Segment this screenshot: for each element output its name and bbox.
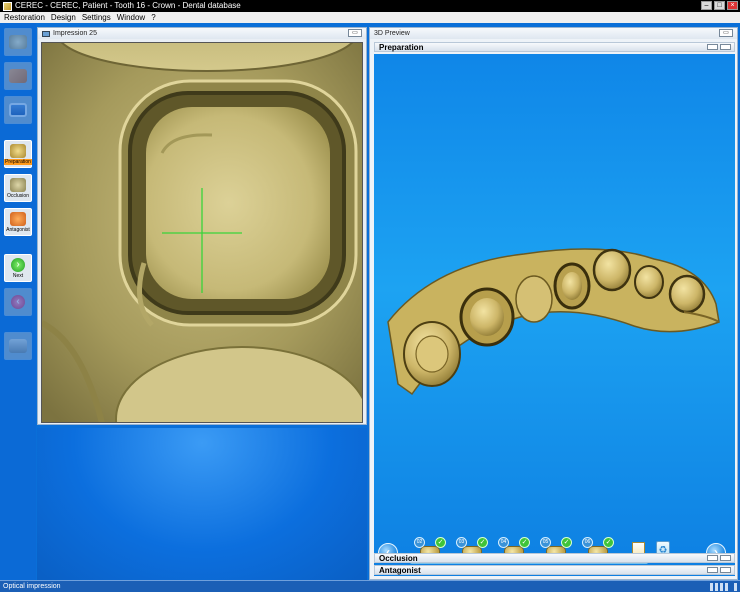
- check-icon: ✓: [477, 537, 488, 548]
- check-icon: ✓: [519, 537, 530, 548]
- menu-design[interactable]: Design: [51, 12, 76, 23]
- folder-icon: [9, 69, 27, 83]
- section-occlusion-label: Occlusion: [379, 554, 418, 563]
- open-button[interactable]: [4, 62, 32, 90]
- scan-icon: [9, 339, 27, 353]
- impression-scan: [42, 43, 362, 422]
- maximize-button[interactable]: □: [714, 1, 725, 10]
- section-antagonist-label: Antagonist: [379, 566, 421, 575]
- impression-panel-header: Impression 25 ▭: [38, 28, 366, 39]
- section-minimize-button[interactable]: [707, 44, 718, 50]
- section-close-button[interactable]: [720, 567, 731, 573]
- save-button[interactable]: [4, 96, 32, 124]
- antagonist-label: Antagonist: [6, 226, 30, 233]
- status-indicator: [725, 583, 728, 591]
- section-restore-button[interactable]: [720, 44, 731, 50]
- next-label: Next: [12, 272, 24, 279]
- section-antagonist[interactable]: Antagonist: [374, 565, 735, 575]
- preparation-label: Preparation: [4, 158, 32, 165]
- jaw-model: [387, 248, 720, 396]
- section-restore-button[interactable]: [707, 567, 718, 573]
- section-preparation[interactable]: Preparation: [374, 42, 735, 52]
- preview-panel: 3D Preview ▭ Preparation ‹ 02 ✓ 03 ✓ 04 …: [369, 27, 738, 580]
- panel-restore-button[interactable]: ▭: [348, 29, 362, 37]
- section-close-button[interactable]: [720, 555, 731, 561]
- status-bar: Optical impression: [0, 580, 740, 592]
- impression-panel: Impression 25 ▭: [37, 27, 367, 425]
- status-indicator: [720, 583, 723, 591]
- step-number: 03: [456, 537, 467, 548]
- menu-window[interactable]: Window: [117, 12, 145, 23]
- occlusion-button[interactable]: Occlusion: [4, 174, 32, 202]
- next-button[interactable]: › Next: [4, 254, 32, 282]
- occlusion-icon: [10, 177, 26, 192]
- scan-button[interactable]: [4, 332, 32, 360]
- section-restore-button[interactable]: [707, 555, 718, 561]
- step-number: 04: [498, 537, 509, 548]
- check-icon: ✓: [561, 537, 572, 548]
- antagonist-icon: [10, 211, 26, 226]
- menu-help[interactable]: ?: [151, 12, 155, 23]
- status-text: Optical impression: [3, 583, 61, 590]
- jaw-button[interactable]: [4, 28, 32, 56]
- back-arrow-icon: ‹: [11, 295, 25, 309]
- check-icon: ✓: [603, 537, 614, 548]
- impression-image[interactable]: [41, 42, 363, 423]
- preparation-icon: [10, 143, 26, 158]
- status-indicator: [715, 583, 718, 591]
- status-indicator: [710, 583, 713, 591]
- menu-settings[interactable]: Settings: [82, 12, 111, 23]
- next-arrow-icon: ›: [11, 257, 25, 272]
- left-toolbar: Preparation Occlusion Antagonist › Next …: [0, 23, 36, 580]
- menu-bar: Restoration Design Settings Window ?: [0, 12, 740, 23]
- menu-restoration[interactable]: Restoration: [4, 12, 45, 23]
- antagonist-button[interactable]: Antagonist: [4, 208, 32, 236]
- section-preparation-label: Preparation: [379, 43, 424, 52]
- step-number: 02: [414, 537, 425, 548]
- back-button[interactable]: ‹: [4, 288, 32, 316]
- minimize-button[interactable]: –: [701, 1, 712, 10]
- check-icon: ✓: [435, 537, 446, 548]
- image-icon: [42, 30, 50, 37]
- step-number: 06: [582, 537, 593, 548]
- status-indicator: [734, 583, 737, 591]
- window-controls: – □ ×: [701, 1, 738, 10]
- occlusion-label: Occlusion: [7, 192, 29, 199]
- preview-title: 3D Preview: [374, 30, 410, 37]
- preparation-button[interactable]: Preparation: [4, 140, 32, 168]
- title-bar: CEREC - CEREC, Patient - Tooth 16 - Crow…: [0, 0, 740, 12]
- jaw-icon: [9, 35, 27, 49]
- app-icon: [3, 1, 12, 11]
- 3d-viewport[interactable]: ‹ 02 ✓ 03 ✓ 04 ✓ 05 ✓ 06 ✓ ♻ ›: [374, 54, 735, 576]
- close-button[interactable]: ×: [727, 1, 738, 10]
- save-icon: [9, 103, 27, 117]
- impression-title: Impression 25: [53, 30, 97, 37]
- workspace-background: [37, 428, 367, 580]
- preview-restore-button[interactable]: ▭: [719, 29, 733, 37]
- section-occlusion[interactable]: Occlusion: [374, 553, 735, 563]
- window-title: CEREC - CEREC, Patient - Tooth 16 - Crow…: [15, 1, 241, 10]
- preview-panel-header: 3D Preview ▭: [370, 28, 737, 39]
- step-number: 05: [540, 537, 551, 548]
